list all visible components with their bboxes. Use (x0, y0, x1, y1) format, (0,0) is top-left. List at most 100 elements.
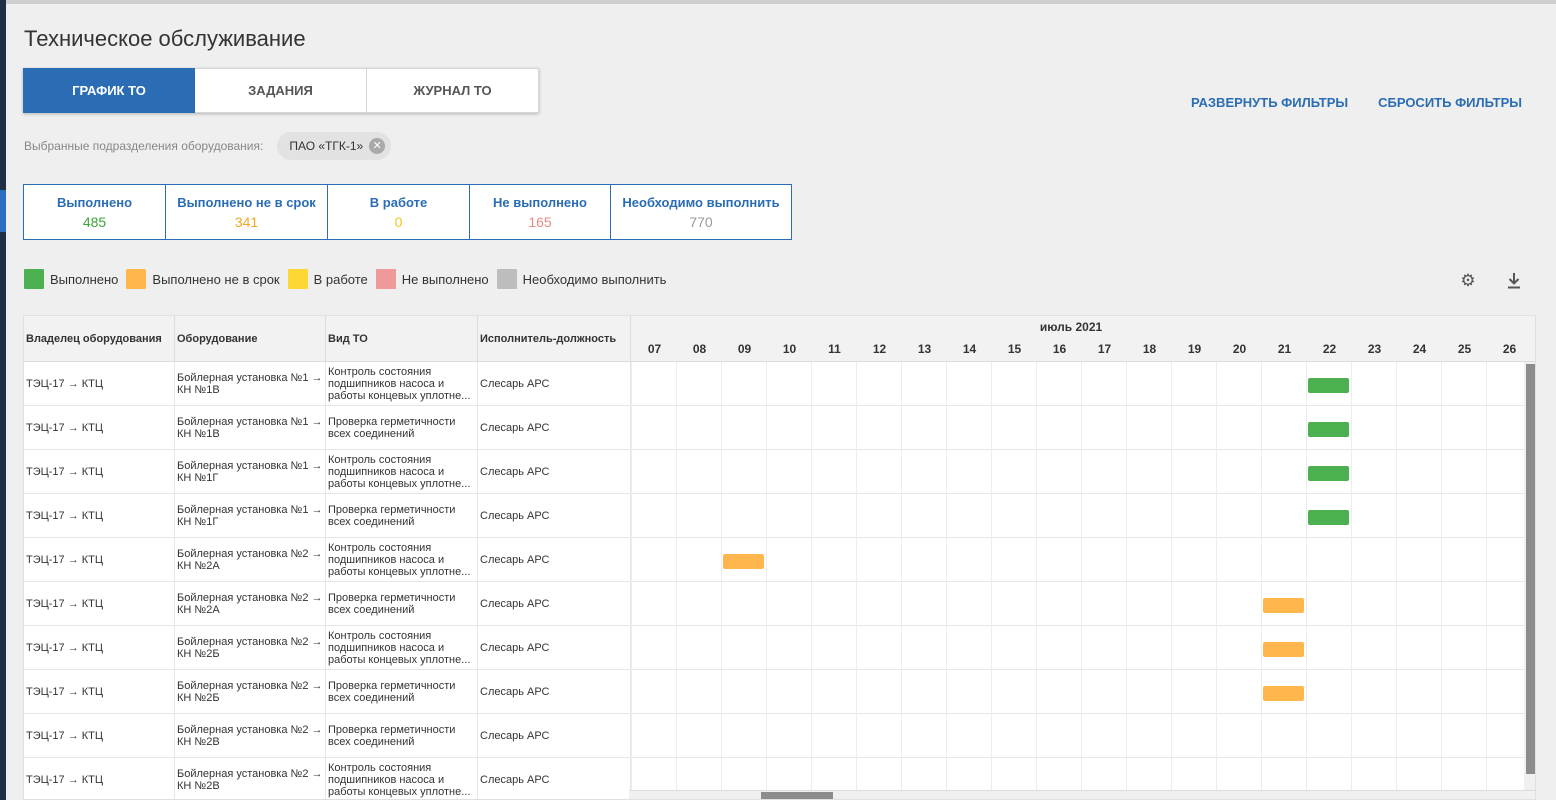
day-gridline (1261, 670, 1262, 714)
stat-in-progress[interactable]: В работе 0 (328, 185, 470, 239)
day-gridline (811, 450, 812, 494)
day-gridline (1351, 450, 1352, 494)
day-header: 17 (1097, 342, 1112, 356)
day-gridline (991, 626, 992, 670)
day-gridline (1126, 670, 1127, 714)
day-gridline (721, 450, 722, 494)
day-header: 10 (782, 342, 797, 356)
day-gridline (1216, 362, 1217, 406)
day-gridline (1126, 582, 1127, 626)
day-gridline (811, 406, 812, 450)
task-bar-done[interactable] (1308, 422, 1349, 437)
day-gridline (991, 450, 992, 494)
executor-cell: Слесарь АРС (478, 494, 631, 538)
column-header-equipment[interactable]: Оборудование (175, 316, 326, 362)
day-gridline (991, 538, 992, 582)
task-bar-late[interactable] (1263, 686, 1304, 701)
day-gridline (1351, 362, 1352, 406)
day-gridline (676, 406, 677, 450)
reset-filters-link[interactable]: СБРОСИТЬ ФИЛЬТРЫ (1378, 95, 1522, 110)
gear-icon[interactable]: ⚙ (1459, 272, 1477, 290)
day-gridline (1171, 406, 1172, 450)
table-row[interactable]: ТЭЦ-17 → КТЦ Бойлерная установка №2 → КН … (24, 538, 1535, 582)
column-header-owner[interactable]: Владелец оборудования (24, 316, 175, 362)
day-gridline (856, 450, 857, 494)
task-bar-late[interactable] (723, 554, 764, 569)
day-gridline (676, 670, 677, 714)
equipment-cell: Бойлерная установка №2 → КН №2Б (175, 626, 326, 670)
task-bar-late[interactable] (1263, 642, 1304, 657)
table-row[interactable]: ТЭЦ-17 → КТЦ Бойлерная установка №1 → КН … (24, 494, 1535, 538)
filter-links: РАЗВЕРНУТЬ ФИЛЬТРЫ СБРОСИТЬ ФИЛЬТРЫ (1191, 95, 1522, 110)
legend-item-late: Выполнено не в срок (126, 269, 280, 289)
owner-cell: ТЭЦ-17 → КТЦ (24, 538, 175, 582)
day-gridline (856, 406, 857, 450)
table-row[interactable]: ТЭЦ-17 → КТЦ Бойлерная установка №2 → КН … (24, 582, 1535, 626)
task-bar-late[interactable] (1263, 598, 1304, 613)
day-gridline (1306, 362, 1307, 406)
day-gridline (991, 582, 992, 626)
day-gridline (1261, 626, 1262, 670)
day-gridline (1396, 714, 1397, 758)
day-gridline (1261, 406, 1262, 450)
maintenance-type-cell: Контроль состояния подшипников насоса и … (326, 758, 478, 799)
vertical-scroll-thumb[interactable] (1526, 364, 1535, 774)
table-row[interactable]: ТЭЦ-17 → КТЦ Бойлерная установка №2 → КН … (24, 670, 1535, 714)
day-gridline (766, 714, 767, 758)
day-gridline (721, 582, 722, 626)
table-row[interactable]: ТЭЦ-17 → КТЦ Бойлерная установка №1 → КН … (24, 362, 1535, 406)
legend-swatch (24, 269, 44, 289)
day-gridline (1351, 406, 1352, 450)
close-icon[interactable]: ✕ (369, 138, 386, 154)
executor-cell: Слесарь АРС (478, 450, 631, 494)
horizontal-scrollbar[interactable] (629, 790, 1535, 799)
grid-header: Владелец оборудования Оборудование Вид Т… (24, 316, 1535, 362)
expand-filters-link[interactable]: РАЗВЕРНУТЬ ФИЛЬТРЫ (1191, 95, 1348, 110)
stat-label: Выполнено не в срок (177, 194, 316, 210)
task-bar-done[interactable] (1308, 466, 1349, 481)
subdivision-chip: ПАО «ТГК-1» ✕ (277, 132, 392, 160)
owner-cell: ТЭЦ-17 → КТЦ (24, 582, 175, 626)
day-gridline (631, 362, 632, 406)
day-gridline (1441, 406, 1442, 450)
day-gridline (1171, 362, 1172, 406)
horizontal-scroll-thumb[interactable] (761, 792, 833, 799)
day-gridline (811, 582, 812, 626)
day-gridline (1126, 538, 1127, 582)
table-row[interactable]: ТЭЦ-17 → КТЦ Бойлерная установка №2 → КН … (24, 714, 1535, 758)
day-gridline (766, 582, 767, 626)
table-row[interactable]: ТЭЦ-17 → КТЦ Бойлерная установка №1 → КН … (24, 406, 1535, 450)
day-gridline (1306, 450, 1307, 494)
vertical-scrollbar[interactable] (1524, 362, 1535, 792)
stat-required[interactable]: Необходимо выполнить 770 (611, 185, 791, 239)
task-bar-done[interactable] (1308, 378, 1349, 393)
equipment-cell: Бойлерная установка №1 → КН №1Г (175, 494, 326, 538)
stat-done[interactable]: Выполнено 485 (24, 185, 166, 239)
day-gridline (1306, 670, 1307, 714)
day-gridline (1081, 450, 1082, 494)
download-icon[interactable] (1505, 272, 1523, 290)
stat-not-done[interactable]: Не выполнено 165 (470, 185, 611, 239)
tab-schedule[interactable]: ГРАФИК ТО (23, 68, 195, 113)
day-gridline (766, 494, 767, 538)
day-header: 22 (1322, 342, 1337, 356)
day-gridline (1486, 626, 1487, 670)
day-gridline (1036, 714, 1037, 758)
day-gridline (901, 494, 902, 538)
table-row[interactable]: ТЭЦ-17 → КТЦ Бойлерная установка №2 → КН … (24, 626, 1535, 670)
executor-cell: Слесарь АРС (478, 362, 631, 406)
column-header-executor[interactable]: Исполнитель-должность (478, 316, 631, 362)
task-bar-done[interactable] (1308, 510, 1349, 525)
day-gridline (1216, 494, 1217, 538)
tab-tasks[interactable]: ЗАДАНИЯ (195, 68, 367, 113)
day-gridline (1486, 494, 1487, 538)
day-gridline (1171, 670, 1172, 714)
column-header-type[interactable]: Вид ТО (326, 316, 478, 362)
table-row[interactable]: ТЭЦ-17 → КТЦ Бойлерная установка №1 → КН … (24, 450, 1535, 494)
day-gridline (991, 494, 992, 538)
day-gridline (1081, 714, 1082, 758)
day-gridline (631, 582, 632, 626)
day-gridline (1306, 538, 1307, 582)
tab-journal[interactable]: ЖУРНАЛ ТО (367, 68, 539, 113)
stat-late[interactable]: Выполнено не в срок 341 (166, 185, 328, 239)
